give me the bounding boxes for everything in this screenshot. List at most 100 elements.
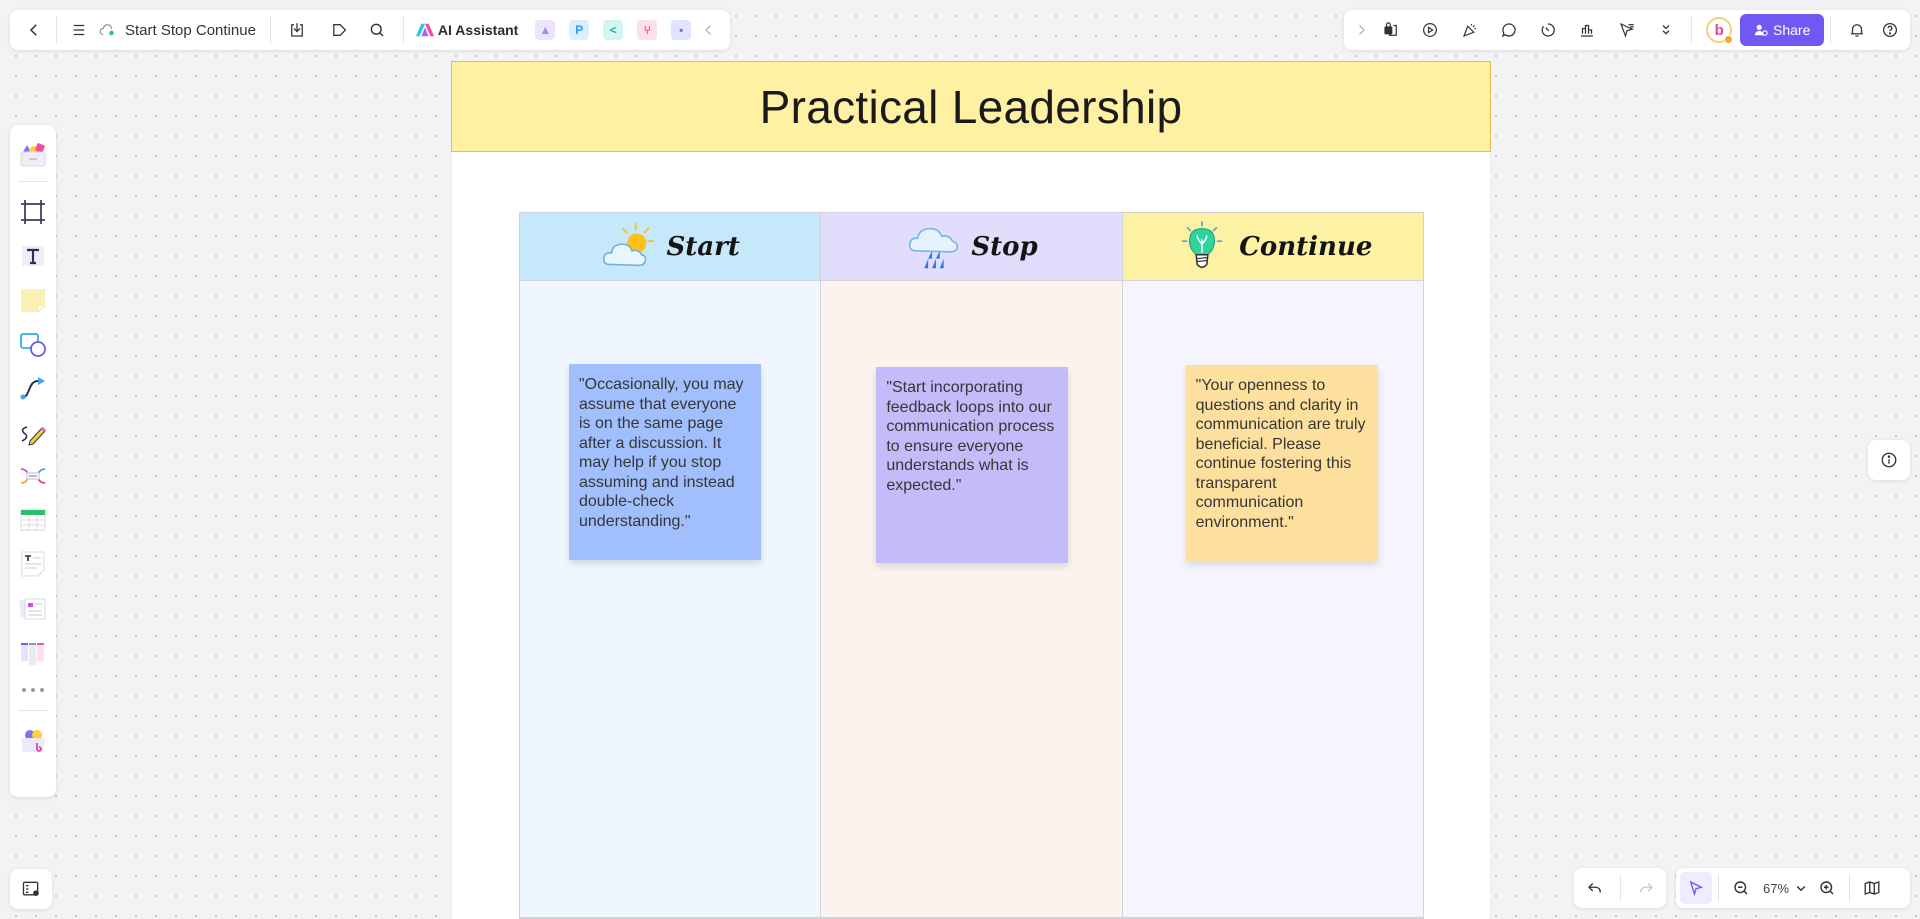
mindmap-icon	[20, 468, 46, 484]
select-pointer-icon[interactable]	[1680, 872, 1712, 904]
sun-cloud-icon	[603, 222, 655, 266]
timer-icon[interactable]	[1529, 14, 1568, 46]
divider	[18, 181, 48, 182]
divider	[1691, 16, 1693, 44]
column-header-continue[interactable]: Continue	[1122, 213, 1423, 281]
cloud-sync-icon	[95, 14, 119, 46]
more-dots-icon	[22, 688, 44, 692]
shape-tool[interactable]	[15, 326, 51, 362]
kanban-icon	[21, 643, 44, 665]
title-banner[interactable]: Practical Leadership	[451, 61, 1491, 152]
text-tool[interactable]	[15, 238, 51, 274]
redo-icon[interactable]	[1630, 872, 1662, 904]
templates-box-icon	[20, 143, 46, 167]
pen-icon	[21, 426, 47, 446]
column-header-start[interactable]: Start	[520, 213, 821, 281]
avatar-letter: b	[1714, 21, 1724, 39]
chat-app-icon[interactable]: ▪	[671, 20, 692, 40]
collapse-chevron-icon[interactable]	[698, 14, 720, 46]
mindmap-tool[interactable]	[15, 458, 51, 494]
column-body-continue: "Your openness to questions and clarity …	[1122, 281, 1423, 917]
column-header-stop[interactable]: Stop	[821, 213, 1122, 281]
outline-panel-button[interactable]	[10, 869, 52, 909]
history-controls	[1574, 868, 1666, 908]
ai-assistant-button[interactable]: AI Assistant	[415, 22, 519, 38]
card-tool[interactable]	[15, 590, 51, 626]
menu-icon[interactable]	[63, 14, 95, 46]
help-icon[interactable]	[1877, 14, 1904, 46]
cards-icon	[18, 597, 46, 620]
zoom-controls: 67%	[1676, 868, 1910, 908]
column-body-stop: "Start incorporating feedback loops into…	[821, 281, 1122, 917]
cursor-follow-icon[interactable]	[1607, 14, 1646, 46]
ai-logo-icon	[415, 23, 434, 37]
minimap-icon[interactable]	[1856, 872, 1888, 904]
celebrate-icon[interactable]	[1450, 14, 1489, 46]
info-panel-button[interactable]	[1868, 440, 1910, 480]
text-icon	[22, 246, 44, 266]
mindmap-app-icon[interactable]: <	[603, 20, 624, 40]
sticky-note[interactable]: "Start incorporating feedback loops into…	[876, 367, 1069, 563]
undo-icon[interactable]	[1579, 872, 1611, 904]
template-lock-icon[interactable]	[1372, 14, 1411, 46]
vote-chart-icon[interactable]	[1568, 14, 1607, 46]
present-play-icon[interactable]	[1411, 14, 1450, 46]
comment-icon[interactable]	[1489, 14, 1528, 46]
column-label: Start	[666, 231, 740, 262]
sticky-note-icon	[21, 289, 46, 313]
zoom-dropdown-chevron-icon[interactable]	[1791, 872, 1811, 904]
board-title: Practical Leadership	[759, 80, 1183, 133]
column-body-start: "Occasionally, you may assume that every…	[520, 281, 821, 917]
user-avatar[interactable]: b	[1706, 17, 1734, 44]
frame-tool[interactable]	[15, 194, 51, 230]
pen-tool[interactable]	[15, 414, 51, 450]
zoom-level[interactable]: 67%	[1763, 881, 1789, 896]
info-icon	[1881, 452, 1897, 468]
divider	[269, 16, 271, 44]
image-generator-app-icon[interactable]: ▲	[535, 20, 556, 40]
sticky-note[interactable]: "Occasionally, you may assume that every…	[569, 364, 761, 560]
tag-icon[interactable]	[317, 14, 357, 46]
outline-settings-icon	[22, 881, 39, 896]
flowchart-app-icon[interactable]: ⑂	[637, 20, 658, 40]
sticky-note-tool[interactable]	[15, 282, 51, 318]
divider	[18, 710, 48, 711]
rain-cloud-icon	[909, 227, 959, 268]
apps-box-tool[interactable]	[15, 723, 51, 759]
share-label: Share	[1773, 22, 1811, 38]
document-title[interactable]: Start Stop Continue	[125, 22, 256, 39]
download-icon[interactable]	[277, 14, 317, 46]
back-icon[interactable]	[18, 14, 50, 46]
kanban-tool[interactable]	[15, 634, 51, 670]
divider	[56, 16, 57, 44]
column-stop: Stop "Start incorporating feedback loops…	[821, 213, 1123, 917]
document-icon	[21, 551, 45, 577]
table-icon	[20, 509, 46, 531]
top-right-toolbar: b Share	[1344, 10, 1910, 50]
presentation-app-icon[interactable]: P	[569, 20, 590, 40]
zoom-out-icon[interactable]	[1725, 872, 1757, 904]
ai-assistant-label: AI Assistant	[437, 22, 519, 38]
search-icon[interactable]	[357, 14, 397, 46]
templates-tool[interactable]	[15, 137, 51, 173]
notification-bell-icon[interactable]	[1837, 14, 1876, 46]
divider	[1619, 874, 1621, 902]
divider	[1718, 874, 1719, 902]
more-tools[interactable]	[15, 678, 51, 702]
frame-icon	[21, 200, 45, 224]
expand-chevron-icon[interactable]	[1350, 14, 1372, 46]
connector-tool[interactable]	[15, 370, 51, 406]
text-block-tool[interactable]	[15, 546, 51, 582]
sticky-note[interactable]: "Your openness to questions and clarity …	[1185, 365, 1378, 561]
add-user-icon	[1754, 24, 1768, 36]
connector-icon	[20, 377, 45, 400]
start-stop-continue-table: Start "Occasionally, you may assume that…	[519, 212, 1424, 919]
table-tool[interactable]	[15, 502, 51, 538]
shape-icon	[20, 333, 46, 357]
column-label: Stop	[971, 231, 1038, 262]
divider	[1830, 16, 1832, 44]
share-button[interactable]: Share	[1740, 14, 1825, 46]
zoom-in-icon[interactable]	[1811, 872, 1843, 904]
top-left-toolbar: Start Stop Continue AI Assistant ▲ P < ⑂…	[10, 10, 730, 50]
more-chevrons-icon[interactable]	[1646, 14, 1685, 46]
